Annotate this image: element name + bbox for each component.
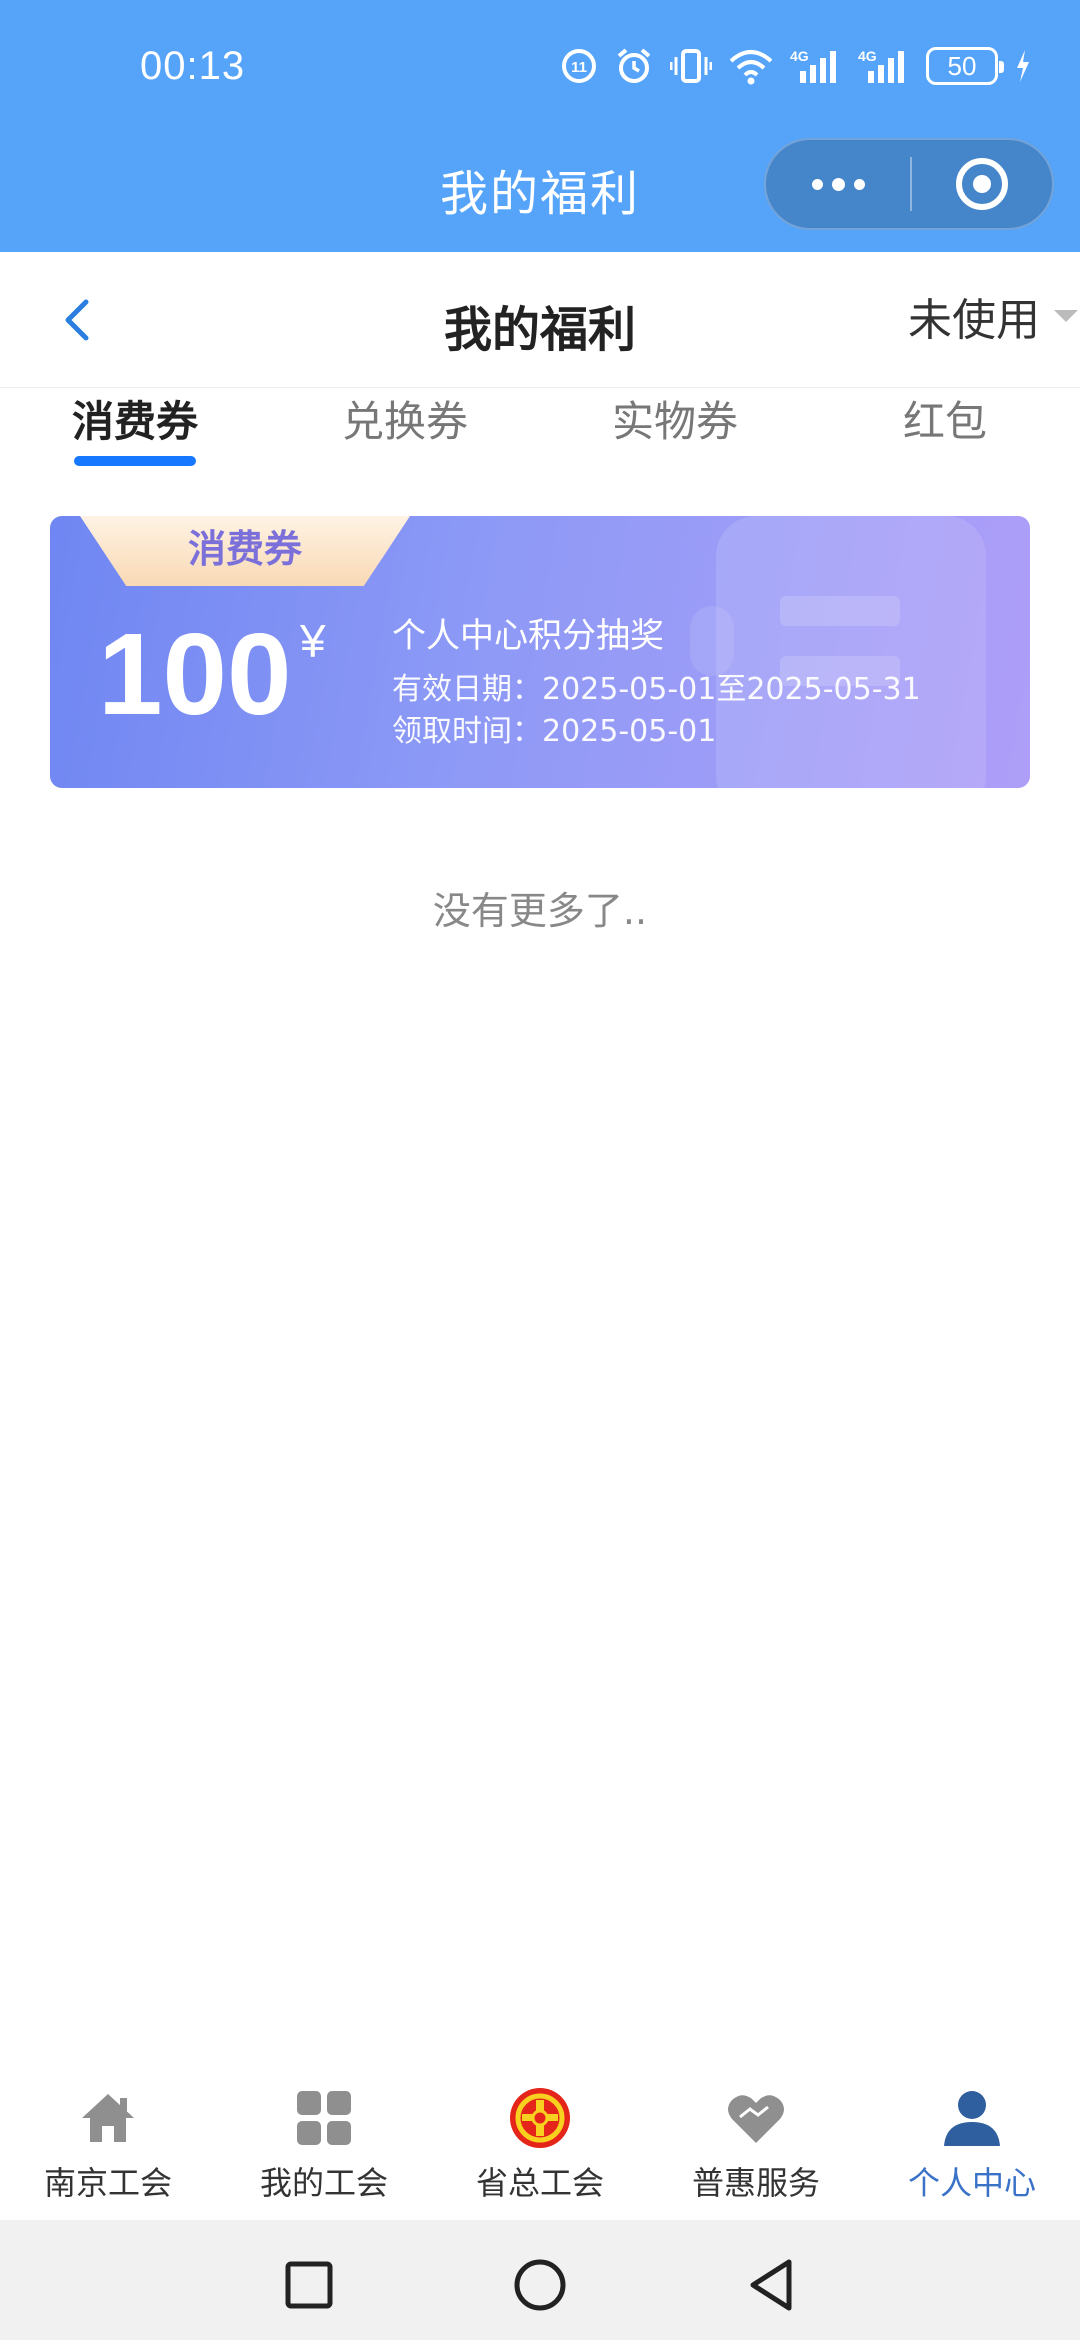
- union-emblem-icon: [508, 2086, 572, 2150]
- status-time: 00:13: [140, 44, 246, 88]
- square-icon: [285, 2261, 333, 2309]
- list-end-text: 没有更多了..: [432, 889, 648, 933]
- tabbar-label: 南京工会: [43, 2164, 172, 2202]
- tabbar-label: 普惠服务: [691, 2164, 820, 2202]
- bottom-tab-bar: 南京工会 我的工会 省总工会 普惠服务 个人中心: [0, 2070, 1080, 2220]
- mini-program-bar: 我的福利: [0, 138, 1080, 252]
- dot-icon: [831, 177, 845, 191]
- back-nav-button[interactable]: [736, 2250, 806, 2320]
- tab-consumption-coupon[interactable]: 消费券: [35, 388, 235, 449]
- triangle-back-icon: [750, 2259, 792, 2311]
- svg-text:11: 11: [571, 59, 587, 76]
- tabbar-item-my-union[interactable]: 我的工会: [216, 2086, 432, 2204]
- home-button[interactable]: [505, 2250, 575, 2320]
- svg-text:4G: 4G: [858, 48, 877, 64]
- data-saver-icon: 11: [560, 47, 598, 85]
- status-bar: 00:13 11 4G 4G 50: [0, 0, 1080, 140]
- filter-label: 未使用: [908, 295, 1040, 346]
- coupon-currency: ¥: [300, 615, 326, 667]
- tab-exchange-coupon[interactable]: 兑换券: [305, 388, 505, 449]
- tabbar-item-personal-center[interactable]: 个人中心: [864, 2086, 1080, 2204]
- home-icon: [76, 2086, 140, 2150]
- page-header: 我的福利 未使用: [0, 252, 1080, 388]
- coupon-validity: 有效日期：2025-05-01至2025-05-31: [392, 672, 921, 707]
- status-icons: 11 4G 4G 50: [560, 46, 1032, 86]
- recent-apps-button[interactable]: [274, 2250, 344, 2320]
- battery-icon: 50: [926, 47, 1004, 85]
- tab-physical-coupon[interactable]: 实物券: [575, 388, 775, 449]
- coupon-tabs: 消费券 兑换券 实物券 红包: [0, 388, 1080, 478]
- system-navigation-bar: [0, 2220, 1080, 2340]
- tabbar-label: 省总工会: [475, 2164, 604, 2202]
- tabbar-item-provincial-union[interactable]: 省总工会: [432, 2086, 648, 2204]
- charging-icon: [1014, 48, 1032, 84]
- grid-icon: [292, 2086, 356, 2150]
- svg-text:4G: 4G: [790, 48, 809, 64]
- coupon-amount: 100: [98, 609, 292, 739]
- dot-icon: [853, 178, 865, 190]
- coupon-received-time: 领取时间：2025-05-01: [392, 714, 717, 749]
- more-button[interactable]: [766, 140, 910, 228]
- capsule-menu: [764, 138, 1054, 230]
- tab-red-packet[interactable]: 红包: [845, 388, 1045, 449]
- close-mini-program-button[interactable]: [912, 140, 1052, 228]
- active-tab-indicator: [74, 456, 196, 466]
- tabbar-item-nanjing-union[interactable]: 南京工会: [0, 2086, 216, 2204]
- circle-icon: [514, 2259, 566, 2311]
- signal-4g-icon: 4G: [790, 47, 842, 85]
- signal-4g-icon-2: 4G: [858, 47, 910, 85]
- coupon-name: 个人中心积分抽奖: [392, 616, 664, 656]
- tabbar-item-inclusive-service[interactable]: 普惠服务: [648, 2086, 864, 2204]
- target-icon: [956, 158, 1008, 210]
- heart-icon: [724, 2086, 788, 2150]
- wifi-icon: [728, 47, 774, 85]
- alarm-icon: [614, 46, 654, 86]
- caret-down-icon: [1054, 310, 1078, 322]
- user-icon: [940, 2086, 1004, 2150]
- coupon-type-tag: 消费券: [80, 516, 410, 586]
- dot-icon: [811, 178, 823, 190]
- vibrate-icon: [670, 47, 712, 85]
- coupon-card[interactable]: 消费券 100 ¥ 个人中心积分抽奖 有效日期：2025-05-01至2025-…: [50, 516, 1030, 788]
- status-filter-dropdown[interactable]: 未使用: [908, 286, 1080, 346]
- tabbar-label: 我的工会: [259, 2164, 388, 2202]
- coupon-info: 个人中心积分抽奖 有效日期：2025-05-01至2025-05-31 领取时间…: [392, 608, 921, 753]
- tabbar-label: 个人中心: [907, 2164, 1036, 2202]
